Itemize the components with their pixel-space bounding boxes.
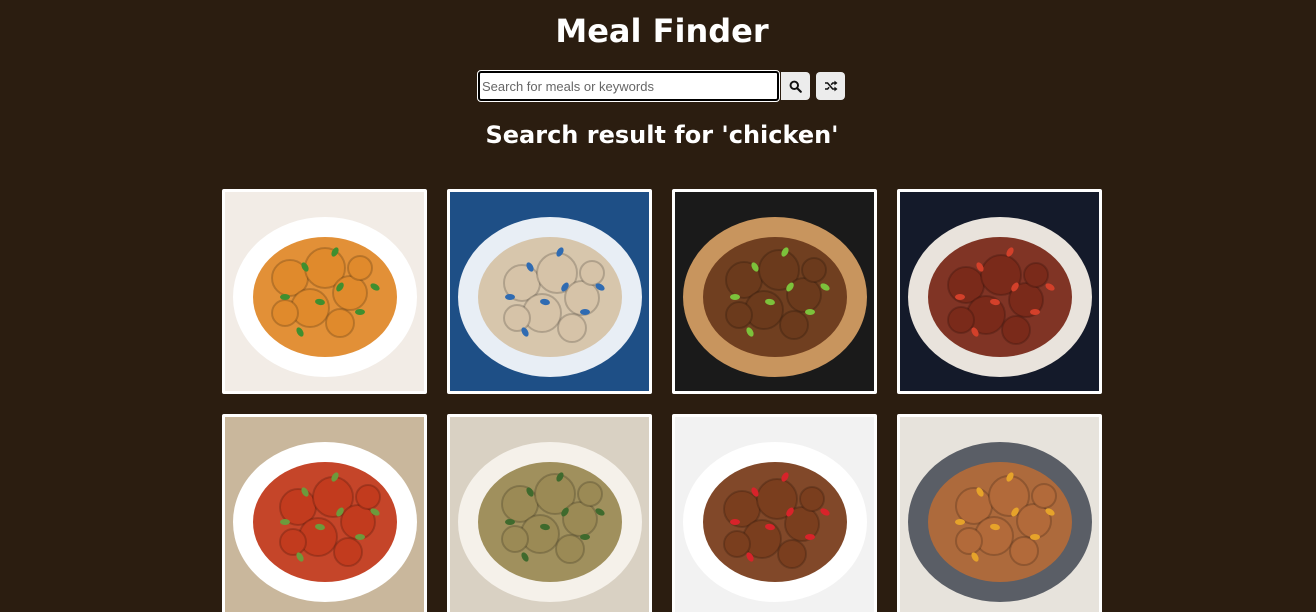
tandoori-chicken-photo xyxy=(225,417,424,612)
meal-card[interactable] xyxy=(897,189,1102,394)
search-icon xyxy=(789,80,802,93)
meal-card[interactable] xyxy=(447,189,652,394)
meal-card[interactable] xyxy=(897,414,1102,612)
shuffle-icon xyxy=(824,80,838,92)
search-button[interactable] xyxy=(781,72,810,100)
meal-card[interactable] xyxy=(222,414,427,612)
meal-card[interactable] xyxy=(672,189,877,394)
search-form xyxy=(477,70,845,102)
meal-card[interactable] xyxy=(222,189,427,394)
page-title: Meal Finder xyxy=(555,12,769,50)
search-input[interactable] xyxy=(477,70,780,102)
random-meal-button[interactable] xyxy=(816,72,845,100)
meals-grid xyxy=(222,189,1102,612)
chicken-curry-photo xyxy=(225,192,424,391)
meal-card[interactable] xyxy=(672,414,877,612)
chicken-casserole-photo xyxy=(900,192,1099,391)
meal-card[interactable] xyxy=(447,414,652,612)
chicken-grains-photo xyxy=(450,417,649,612)
chicken-sandwich-photo xyxy=(675,192,874,391)
chicken-stir-fry-photo xyxy=(675,417,874,612)
chicken-stew-pan-photo xyxy=(900,417,1099,612)
search-result-heading: Search result for 'chicken' xyxy=(485,121,839,149)
congee-bowl-photo xyxy=(450,192,649,391)
